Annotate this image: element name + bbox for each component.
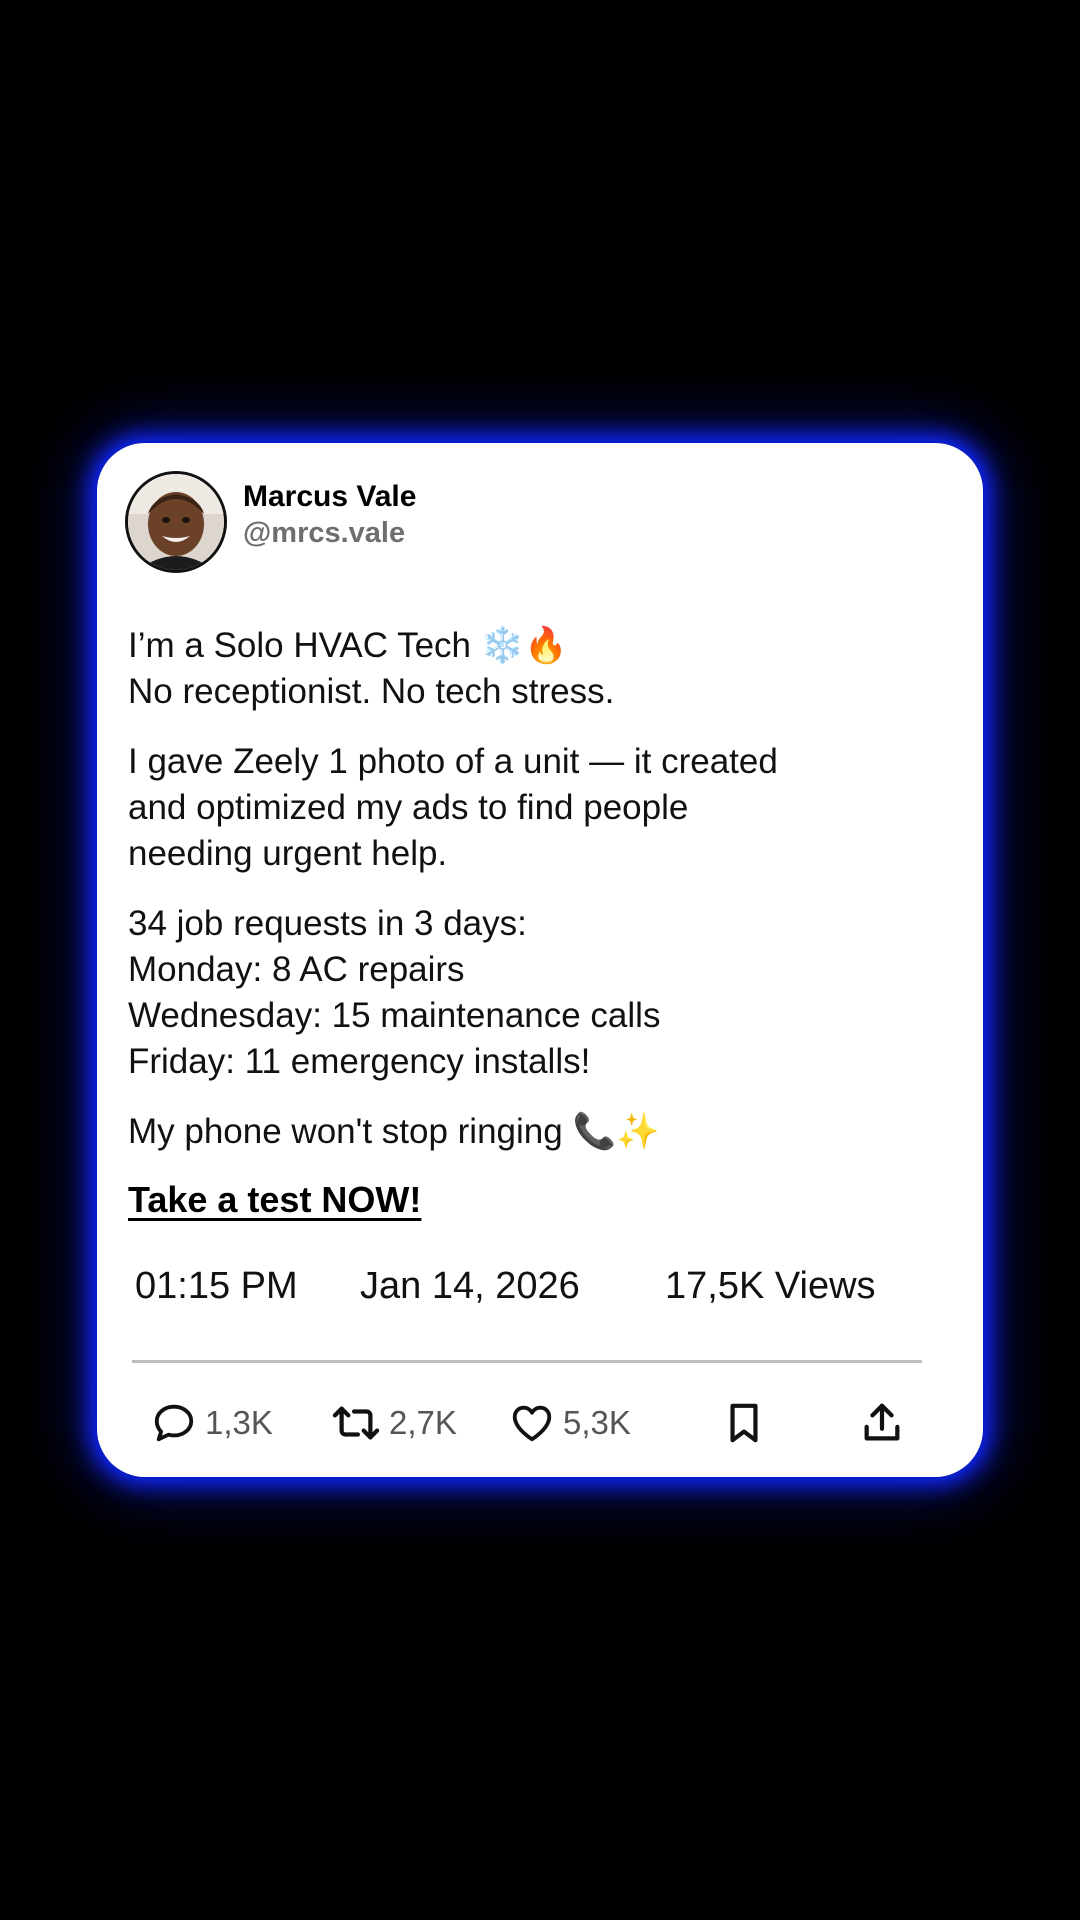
post-line: Monday: 8 AC repairs — [128, 950, 465, 989]
post-line: needing urgent help. — [128, 834, 448, 873]
post-line: Wednesday: 15 maintenance calls — [128, 996, 661, 1035]
post-time: 01:15 PM — [135, 1265, 298, 1307]
share-button[interactable] — [859, 1393, 905, 1453]
post-line: I gave Zeely 1 photo of a unit — it crea… — [128, 742, 778, 781]
post-paragraph-intro: I’m a Solo HVAC Tech ❄️🔥 No receptionist… — [128, 623, 928, 715]
like-count: 5,3K — [563, 1404, 631, 1441]
post-card: Marcus Vale @mrcs.vale I’m a Solo HVAC T… — [97, 443, 983, 1477]
action-bar: 1,3K 2,7K 5,3K — [97, 1393, 983, 1453]
cta-link[interactable]: Take a test NOW! — [128, 1179, 421, 1221]
post-line: and optimized my ads to find people — [128, 788, 689, 827]
repost-count: 2,7K — [389, 1404, 457, 1441]
post-line: I’m a Solo HVAC Tech ❄️🔥 — [128, 626, 568, 665]
avatar[interactable] — [125, 471, 227, 573]
repost-icon — [332, 1406, 380, 1440]
post-header: Marcus Vale @mrcs.vale — [125, 471, 416, 573]
author-name[interactable]: Marcus Vale — [243, 479, 416, 515]
post-paragraph-closing: My phone won't stop ringing 📞✨ — [128, 1109, 928, 1155]
bookmark-button[interactable] — [723, 1393, 765, 1453]
repost-button[interactable]: 2,7K — [331, 1393, 457, 1453]
share-icon — [864, 1403, 900, 1441]
author-handle[interactable]: @mrcs.vale — [243, 515, 416, 551]
post-line: No receptionist. No tech stress. — [128, 672, 615, 711]
post-line: My phone won't stop ringing 📞✨ — [128, 1112, 660, 1151]
reply-count: 1,3K — [205, 1404, 273, 1441]
post-meta: 01:15 PM Jan 14, 2026 17,5K Views — [135, 1265, 955, 1308]
post-line: 34 job requests in 3 days: — [128, 904, 527, 943]
post-views[interactable]: 17,5K Views — [665, 1265, 876, 1308]
heart-icon — [512, 1405, 552, 1442]
post-paragraph-results: 34 job requests in 3 days: Monday: 8 AC … — [128, 901, 928, 1085]
divider — [132, 1360, 922, 1363]
post-body: I’m a Solo HVAC Tech ❄️🔥 No receptionist… — [128, 623, 928, 1221]
bookmark-icon — [730, 1403, 758, 1443]
post-date: Jan 14, 2026 — [360, 1265, 580, 1307]
reply-button[interactable]: 1,3K — [151, 1393, 273, 1453]
avatar-image — [128, 474, 224, 570]
like-button[interactable]: 5,3K — [509, 1393, 631, 1453]
reply-icon — [154, 1404, 194, 1442]
post-paragraph-story: I gave Zeely 1 photo of a unit — it crea… — [128, 739, 928, 877]
author-names: Marcus Vale @mrcs.vale — [243, 479, 416, 551]
post-line: Friday: 11 emergency installs! — [128, 1042, 591, 1081]
